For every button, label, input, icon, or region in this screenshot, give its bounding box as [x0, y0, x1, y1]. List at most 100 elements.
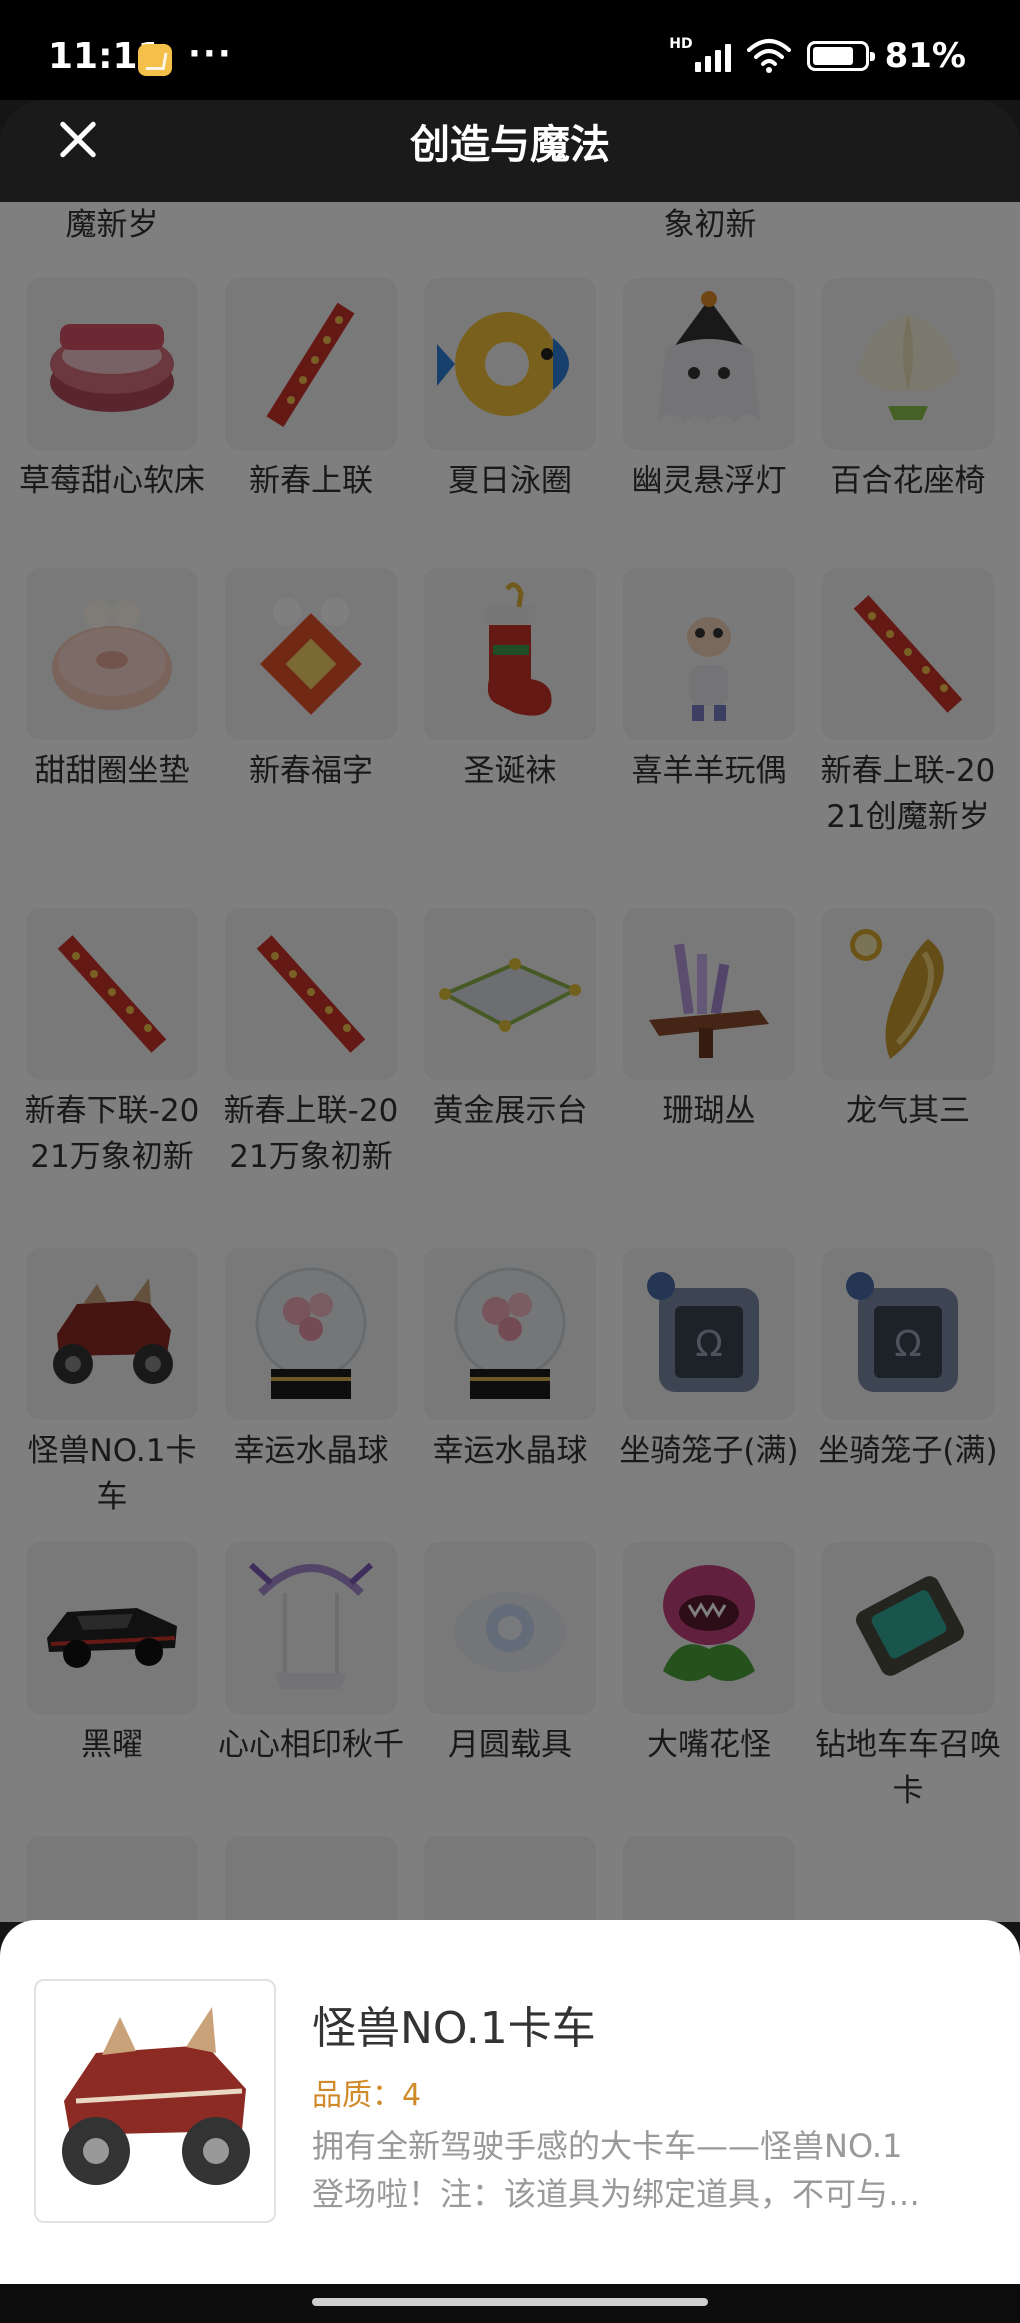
black-car-icon [26, 1542, 198, 1714]
item-name: 龙气其三 [846, 1093, 970, 1129]
detail-quality: 品质：4 [312, 2078, 422, 2113]
item-name: 喜羊羊玩偶 [631, 753, 787, 789]
page-title: 创造与魔法 [410, 122, 610, 168]
wifi-icon [746, 39, 791, 73]
grid-item[interactable]: Ω 坐骑笼子(满) [808, 1248, 1008, 1474]
grid-item[interactable]: 喜羊羊玩偶 [609, 568, 809, 794]
status-bar: 11:11 ··· HD 81% [0, 0, 1020, 100]
strawberry-bed-icon [26, 278, 198, 450]
detail-description-line: 拥有全新驾驶手感的大卡车——怪兽NO.1 [312, 2127, 903, 2165]
grid-item[interactable]: 珊瑚丛 [609, 908, 809, 1134]
grid-item-partial[interactable] [609, 1836, 809, 1922]
item-name: 大嘴花怪 [647, 1727, 771, 1763]
grid-item[interactable]: 钻地车车召唤卡 [808, 1542, 1008, 1814]
item-grid: 魔新岁 象初新 草莓甜心软床 新春上联 夏日泳圈 幽灵悬浮灯 百合花座椅 甜甜圈… [0, 202, 1020, 1922]
grid-item[interactable]: 龙气其三 [808, 908, 1008, 1134]
item-name: 草莓甜心软床 [19, 463, 205, 499]
grid-item[interactable]: 大嘴花怪 [609, 1542, 809, 1768]
item-name: 黑曜 [81, 1727, 143, 1763]
grid-item[interactable]: 幸运水晶球 [211, 1248, 411, 1474]
grid-item-partial[interactable] [211, 1836, 411, 1922]
item-thumb [623, 1836, 795, 1922]
grid-item[interactable]: 幽灵悬浮灯 [609, 278, 809, 504]
grid-item[interactable]: 怪兽NO.1卡车 [12, 1248, 212, 1520]
item-name: 心心相印秋千 [218, 1727, 404, 1763]
more-notifications-icon: ··· [188, 34, 233, 74]
item-name: 圣诞袜 [463, 753, 557, 789]
svg-text:Ω: Ω [894, 1324, 922, 1365]
item-detail-sheet: 怪兽NO.1卡车 品质：4 拥有全新驾驶手感的大卡车——怪兽NO.1 登场啦！注… [0, 1920, 1020, 2284]
grid-item[interactable]: 黄金展示台 [410, 908, 610, 1134]
grid-item[interactable]: 心心相印秋千 [211, 1542, 411, 1768]
svg-text:Ω: Ω [695, 1324, 723, 1365]
battery-percent: 81% [884, 36, 966, 76]
item-name: 黄金展示台 [432, 1093, 588, 1129]
detail-title: 怪兽NO.1卡车 [312, 2003, 596, 2054]
monster-truck-icon [34, 1979, 276, 2223]
item-name: 新春上联-2021万象初新 [223, 1093, 399, 1175]
detail-description: 拥有全新驾驶手感的大卡车——怪兽NO.1 登场啦！注：该道具为绑定道具，不可与… [312, 2122, 992, 2218]
grid-item[interactable]: 新春上联 [211, 278, 411, 504]
donut-cushion-icon [26, 568, 198, 740]
piranha-plant-icon [623, 1542, 795, 1714]
crystal-ball-icon [225, 1248, 397, 1420]
grid-item[interactable]: 百合花座椅 [808, 278, 1008, 504]
nav-bar [0, 2284, 1020, 2323]
grid-item[interactable]: 新春上联-2021万象初新 [211, 908, 411, 1180]
couplet-icon [225, 908, 397, 1080]
display-stand-icon [424, 908, 596, 1080]
grid-item[interactable]: 草莓甜心软床 [12, 278, 212, 504]
mount-cage-icon: Ω [623, 1248, 795, 1420]
item-name: 魔新岁 [65, 207, 159, 243]
grid-item[interactable]: 新春福字 [211, 568, 411, 794]
crystal-ball-icon [424, 1248, 596, 1420]
hd-network-label: HD [669, 36, 693, 52]
signal-icon [694, 40, 731, 72]
fu-character-icon [225, 568, 397, 740]
grid-item[interactable]: 圣诞袜 [410, 568, 610, 794]
moon-vehicle-icon [424, 1542, 596, 1714]
item-name: 夏日泳圈 [448, 463, 572, 499]
item-name: 怪兽NO.1卡车 [27, 1433, 197, 1515]
grid-item[interactable]: 新春下联-2021万象初新 [12, 908, 212, 1180]
item-name: 新春下联-2021万象初新 [24, 1093, 200, 1175]
couplet-icon [225, 278, 397, 450]
item-thumb [225, 1836, 397, 1922]
grid-item[interactable]: Ω 坐骑笼子(满) [609, 1248, 809, 1474]
home-indicator[interactable] [312, 2298, 708, 2306]
ghost-lamp-icon [623, 278, 795, 450]
grid-item-partial[interactable] [12, 1836, 212, 1922]
grid-item[interactable]: 新春上联-2021创魔新岁 [808, 568, 1008, 840]
grid-item[interactable]: 黑曜 [12, 1542, 212, 1768]
grid-item[interactable]: 幸运水晶球 [410, 1248, 610, 1474]
grid-item-partial[interactable]: 魔新岁 [12, 202, 212, 248]
item-name: 幽灵悬浮灯 [631, 463, 787, 499]
grid-item-partial[interactable]: 象初新 [610, 202, 810, 248]
item-name: 月圆载具 [448, 1727, 572, 1763]
dragon-relic-icon [822, 908, 994, 1080]
sheep-doll-icon [623, 568, 795, 740]
monster-truck-icon [26, 1248, 198, 1420]
battery-icon [806, 41, 875, 71]
item-name: 坐骑笼子(满) [818, 1433, 998, 1469]
coral-icon [623, 908, 795, 1080]
grid-item[interactable]: 甜甜圈坐垫 [12, 568, 212, 794]
item-name: 新春福字 [249, 753, 373, 789]
item-name: 百合花座椅 [830, 463, 986, 499]
item-name: 钻地车车召唤卡 [815, 1727, 1001, 1809]
item-name: 甜甜圈坐垫 [34, 753, 190, 789]
item-name: 新春上联 [249, 463, 373, 499]
summon-card-icon [822, 1542, 994, 1714]
couplet-icon [26, 908, 198, 1080]
item-thumb [26, 1836, 198, 1922]
item-name: 珊瑚丛 [662, 1093, 756, 1129]
grid-item[interactable]: 月圆载具 [410, 1542, 610, 1768]
grid-item-partial[interactable] [410, 1836, 610, 1922]
grid-item[interactable]: 夏日泳圈 [410, 278, 610, 504]
lily-chair-icon [822, 278, 994, 450]
fish-swim-ring-icon [424, 278, 596, 450]
christmas-stocking-icon [424, 568, 596, 740]
item-name: 幸运水晶球 [233, 1433, 389, 1469]
item-name: 象初新 [663, 207, 757, 243]
page-header: 创造与魔法 [0, 100, 1020, 202]
